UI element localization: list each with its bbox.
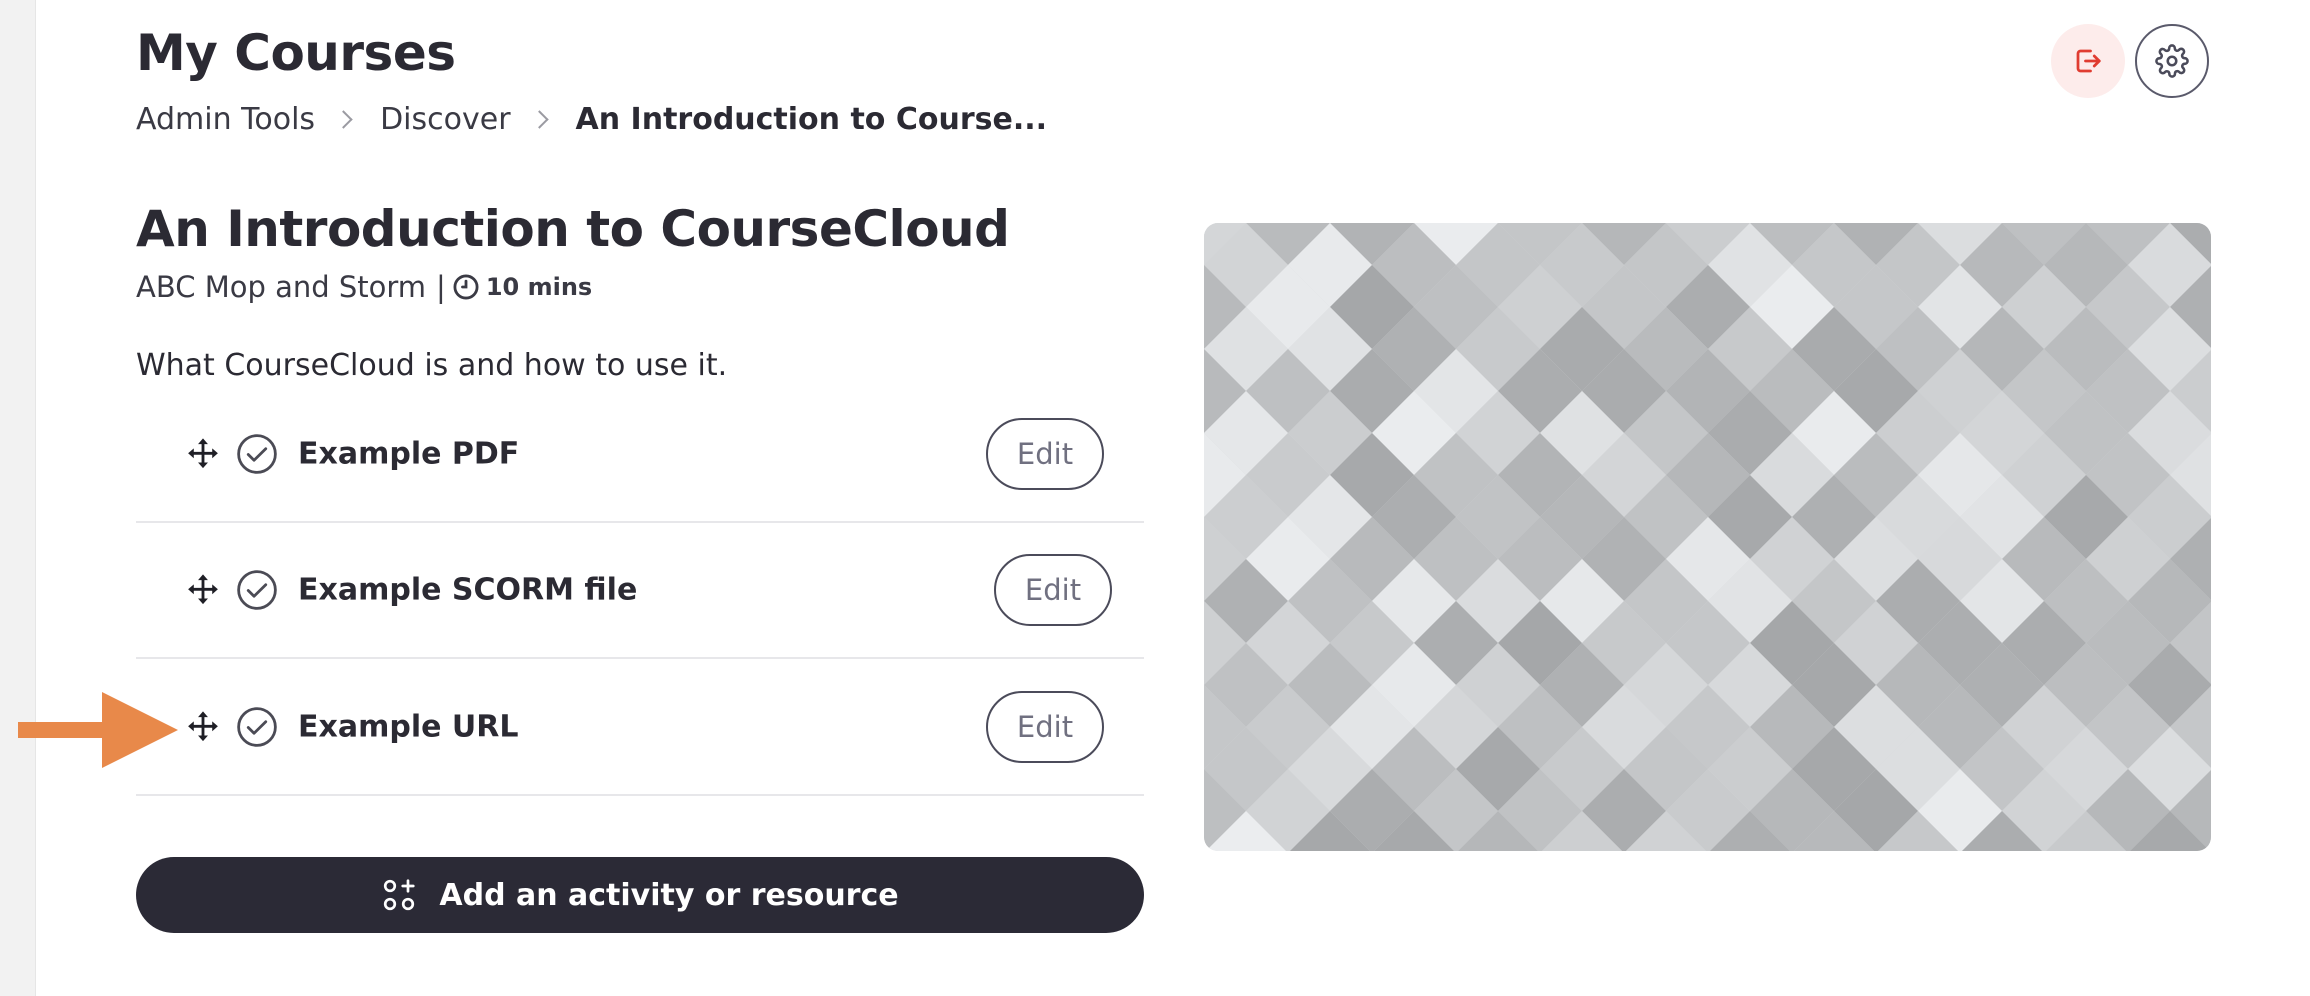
chevron-right-icon (529, 110, 549, 129)
add-activity-label: Add an activity or resource (439, 877, 899, 913)
page-title: My Courses (136, 24, 456, 82)
check-circle-icon (237, 570, 277, 610)
gear-icon (2155, 44, 2189, 78)
activity-label[interactable]: Example SCORM file (298, 573, 637, 608)
logout-button[interactable] (2051, 24, 2125, 98)
edit-button[interactable]: Edit (986, 691, 1104, 763)
course-title: An Introduction to CourseCloud (136, 200, 1010, 258)
check-circle-icon (237, 434, 277, 474)
edit-button[interactable]: Edit (986, 418, 1104, 490)
move-handle-icon[interactable] (186, 437, 220, 471)
clock-icon (452, 273, 480, 301)
move-handle-icon[interactable] (186, 710, 220, 744)
course-meta: ABC Mop and Storm | 10 mins (136, 270, 592, 304)
course-author: ABC Mop and Storm (136, 270, 427, 304)
move-handle-icon[interactable] (186, 573, 220, 607)
course-cover-image (1204, 223, 2211, 851)
course-duration: 10 mins (485, 273, 593, 301)
breadcrumb: Admin Tools Discover An Introduction to … (136, 102, 1047, 137)
annotation-arrow-icon (18, 692, 178, 768)
edit-button[interactable]: Edit (994, 554, 1112, 626)
activity-label[interactable]: Example PDF (298, 437, 519, 472)
meta-separator: | (436, 270, 446, 304)
logout-icon (2076, 49, 2101, 73)
breadcrumb-admin-tools[interactable]: Admin Tools (136, 102, 315, 137)
add-activity-button[interactable]: Add an activity or resource (136, 857, 1144, 933)
add-apps-icon (381, 877, 417, 913)
breadcrumb-current: An Introduction to Course... (575, 102, 1048, 137)
check-circle-icon (237, 707, 277, 747)
settings-button[interactable] (2135, 24, 2209, 98)
course-description: What CourseCloud is and how to use it. (136, 348, 728, 383)
activity-row: Example URL Edit (136, 660, 1144, 796)
activity-row: Example SCORM file Edit (136, 523, 1144, 659)
activity-label[interactable]: Example URL (298, 710, 518, 745)
left-rail (0, 0, 36, 996)
breadcrumb-discover[interactable]: Discover (380, 102, 510, 137)
chevron-right-icon (334, 110, 353, 129)
activity-row: Example PDF Edit (136, 387, 1144, 523)
